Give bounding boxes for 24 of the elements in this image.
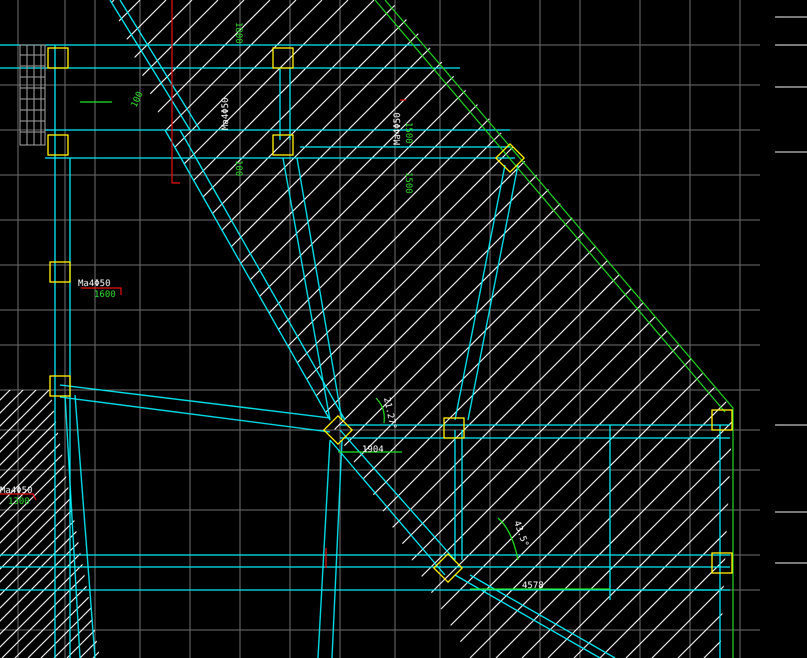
column-marker [49, 375, 71, 397]
dimension-label: 21.27° [381, 396, 398, 430]
column-marker [49, 261, 71, 283]
column-marker [711, 409, 733, 431]
dimension-label: 1500 [403, 122, 413, 144]
beam-tag-label: Ma4Φ50 [78, 279, 111, 289]
dimension-label: 43.5° [511, 520, 530, 548]
column-marker [711, 552, 733, 574]
dimension-label: 4578 [522, 581, 544, 591]
column-marker [47, 47, 69, 69]
dimension-label: 100 [233, 160, 243, 176]
dimension-label: 1500 [403, 172, 413, 194]
column-marker [47, 134, 69, 156]
dimension-label: 100 [130, 90, 146, 110]
beam-tag-label: Ma4Φ50 [393, 112, 403, 145]
column-marker [494, 142, 526, 174]
column-marker [432, 552, 464, 584]
column-marker [322, 414, 354, 446]
column-marker [272, 134, 294, 156]
beam-tag-label: Ma4Φ50 [221, 97, 231, 130]
column-marker [443, 417, 465, 439]
dimension-label: 1800 [233, 22, 243, 44]
dimension-label: 1600 [94, 290, 116, 300]
column-marker [272, 47, 294, 69]
